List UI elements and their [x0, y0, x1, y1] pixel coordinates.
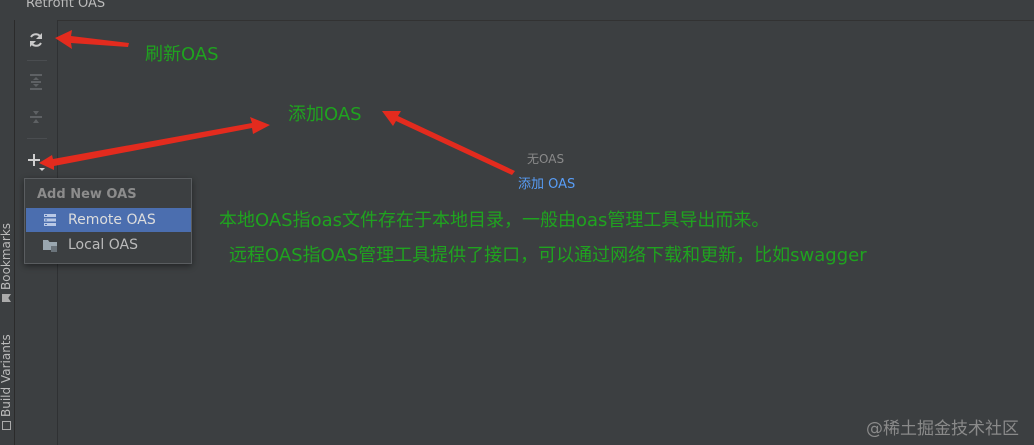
- annotation-refresh: 刷新OAS: [145, 44, 219, 65]
- tool-window-title-bar: Retrofit OAS: [0, 0, 1034, 21]
- expand-all-button[interactable]: [25, 71, 47, 93]
- add-icon: [28, 154, 45, 171]
- toolbar-separator: [27, 60, 47, 61]
- build-variants-tab[interactable]: Build Variants: [0, 334, 13, 430]
- refresh-button[interactable]: [25, 29, 47, 51]
- menu-item-label: Local OAS: [68, 237, 138, 253]
- annotation-add: 添加OAS: [288, 104, 362, 125]
- expand-all-icon: [30, 74, 42, 90]
- remote-server-icon: [44, 214, 56, 226]
- collapse-all-icon: [30, 111, 42, 123]
- add-oas-link[interactable]: 添加 OAS: [518, 173, 575, 192]
- tool-window-title: Retrofit OAS: [26, 0, 106, 11]
- build-variants-tab-label: Build Variants: [0, 334, 13, 417]
- collapse-all-button[interactable]: [25, 106, 47, 128]
- add-oas-button[interactable]: [25, 151, 47, 173]
- oas-tree-panel: [58, 21, 1034, 445]
- menu-item-remote-oas[interactable]: Remote OAS: [26, 208, 191, 232]
- annotation-local-oas: 本地OAS指oas文件存在于本地目录，一般由oas管理工具导出而来。: [219, 210, 770, 231]
- popup-header: Add New OAS: [37, 187, 137, 202]
- refresh-icon: [30, 33, 42, 47]
- empty-state-text: 无OAS: [527, 152, 565, 166]
- bookmarks-tab[interactable]: Bookmarks: [0, 223, 13, 302]
- annotation-remote-oas: 远程OAS指OAS管理工具提供了接口，可以通过网络下载和更新，比如swagger: [229, 245, 867, 266]
- local-folder-icon: [43, 240, 57, 252]
- watermark: @稀土掘金技术社区: [866, 419, 1019, 439]
- toolbar-separator: [27, 138, 47, 139]
- menu-item-label: Remote OAS: [68, 212, 156, 228]
- add-new-oas-popup: Add New OAS Remote OAS Local OAS: [24, 178, 192, 264]
- bookmark-icon: [2, 294, 11, 302]
- bookmarks-tab-label: Bookmarks: [0, 222, 13, 290]
- build-variants-icon: [2, 421, 11, 430]
- left-tool-stripe: Bookmarks Build Variants: [0, 20, 15, 445]
- menu-item-local-oas[interactable]: Local OAS: [26, 233, 191, 257]
